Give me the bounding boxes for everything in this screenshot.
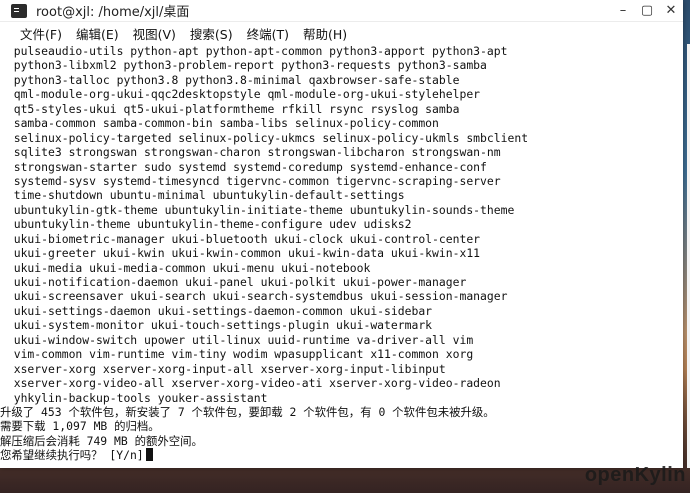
menu-help[interactable]: 帮助(H): [303, 24, 347, 43]
menu-view[interactable]: 视图(V): [133, 24, 176, 43]
terminal-line: xserver-xorg xserver-xorg-input-all xser…: [0, 361, 446, 376]
terminal-line: ukui-biometric-manager ukui-bluetooth uk…: [0, 231, 481, 246]
terminal-line: ubuntukylin-gtk-theme ubuntukylin-initia…: [0, 202, 515, 217]
title-bar[interactable]: root@xjl: /home/xjl/桌面 – ▢ ✕: [0, 0, 683, 22]
terminal-line: strongswan-starter sudo systemd systemd-…: [0, 159, 487, 174]
minimize-button[interactable]: –: [611, 1, 635, 21]
terminal-line: sqlite3 strongswan strongswan-charon str…: [0, 145, 501, 160]
terminal-line: samba-common samba-common-bin samba-libs…: [0, 116, 439, 131]
terminal-line: ukui-media ukui-media-common ukui-menu u…: [0, 260, 371, 275]
terminal-line: ukui-window-switch upower util-linux uui…: [0, 332, 474, 347]
terminal-line: qt5-styles-ukui qt5-ukui-platformtheme r…: [0, 101, 460, 116]
terminal-line: ukui-settings-daemon ukui-settings-daemo…: [0, 303, 433, 318]
terminal-line: 解压缩后会消耗 749 MB 的额外空间。: [0, 433, 203, 448]
terminal-line: python3-talloc python3.8 python3.8-minim…: [0, 72, 460, 87]
maximize-button[interactable]: ▢: [635, 1, 659, 21]
terminal-line: ubuntukylin-theme ubuntukylin-theme-conf…: [0, 217, 412, 232]
text-cursor: [145, 448, 153, 462]
terminal-prompt-line[interactable]: 您希望继续执行吗？ [Y/n]: [0, 448, 683, 462]
window-title: root@xjl: /home/xjl/桌面: [36, 5, 190, 20]
terminal-line: 需要下载 1,097 MB 的归档。: [0, 419, 160, 434]
desktop-watermark: openKylin: [584, 464, 686, 486]
close-button[interactable]: ✕: [659, 1, 683, 21]
terminal-line: 升级了 453 个软件包，新安装了 7 个软件包，要卸载 2 个软件包，有 0 …: [0, 404, 495, 419]
terminal-line: systemd-sysv systemd-timesyncd tigervnc-…: [0, 173, 501, 188]
terminal-line: ukui-screensaver ukui-search ukui-search…: [0, 289, 508, 304]
terminal-line: yhkylin-backup-tools youker-assistant: [0, 390, 268, 405]
terminal-line: ukui-system-monitor ukui-touch-settings-…: [0, 318, 433, 333]
terminal-prompt: 您希望继续执行吗？ [Y/n]: [0, 448, 144, 463]
terminal-line: selinux-policy-targeted selinux-policy-u…: [0, 130, 529, 145]
terminal-line: python3-libxml2 python3-problem-report p…: [0, 58, 487, 73]
menu-edit[interactable]: 编辑(E): [76, 24, 119, 43]
terminal-line: vim-common vim-runtime vim-tiny wodim wp…: [0, 347, 474, 362]
menu-bar: 文件(F) 编辑(E) 视图(V) 搜索(S) 终端(T) 帮助(H): [0, 22, 683, 44]
terminal-output[interactable]: pulseaudio-utils python-apt python-apt-c…: [0, 44, 683, 468]
menu-terminal[interactable]: 终端(T): [247, 24, 289, 43]
terminal-line: ukui-greeter ukui-kwin ukui-kwin-common …: [0, 246, 481, 261]
terminal-line: qml-module-org-ukui-qqc2desktopstyle qml…: [0, 87, 481, 102]
menu-file[interactable]: 文件(F): [20, 24, 62, 43]
terminal-line: time-shutdown ubuntu-minimal ubuntukylin…: [0, 188, 405, 203]
terminal-line: xserver-xorg-video-all xserver-xorg-vide…: [0, 376, 501, 391]
terminal-line: ukui-notification-daemon ukui-panel ukui…: [0, 275, 467, 289]
terminal-app-icon: [11, 3, 27, 18]
menu-search[interactable]: 搜索(S): [190, 24, 233, 43]
terminal-line: pulseaudio-utils python-apt python-apt-c…: [0, 44, 508, 58]
